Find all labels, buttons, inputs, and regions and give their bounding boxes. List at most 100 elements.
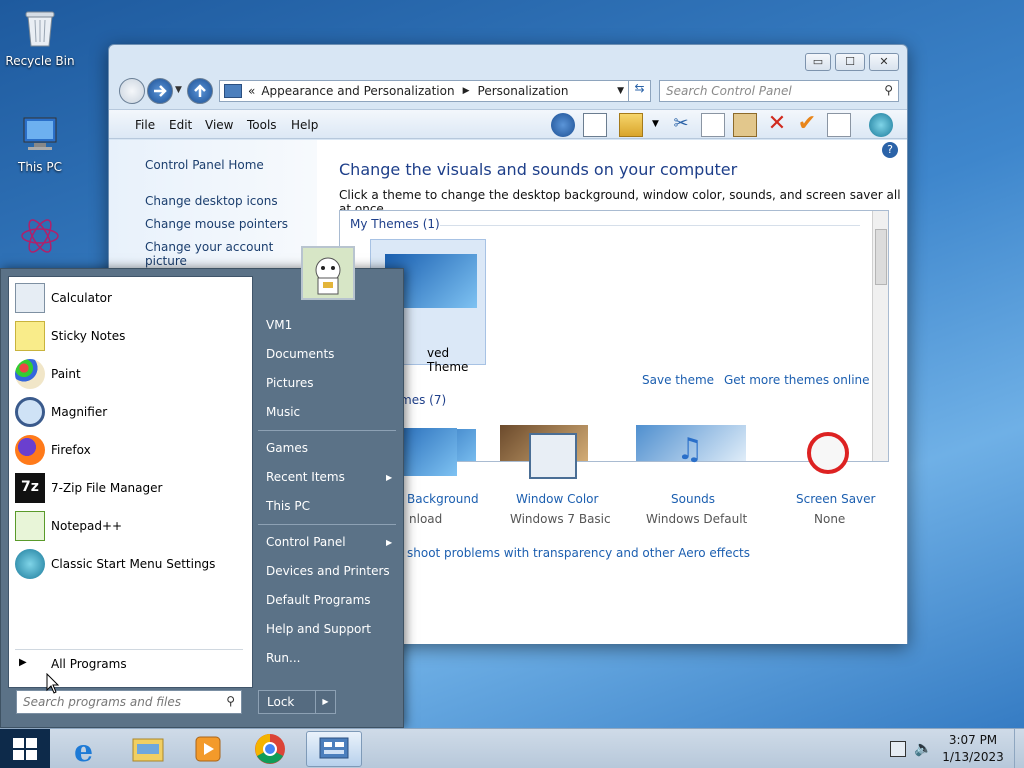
copy-icon[interactable] [701, 113, 725, 137]
history-dropdown-icon[interactable]: ▼ [175, 85, 182, 95]
troubleshoot-aero-link[interactable]: shoot problems with transparency and oth… [407, 546, 750, 560]
program-magnifier[interactable]: Magnifier [15, 395, 247, 429]
breadcrumb-appearance[interactable]: Appearance and Personalization [261, 84, 454, 98]
minimize-button[interactable]: ▭ [805, 53, 831, 71]
program-label: Sticky Notes [51, 329, 126, 343]
close-button[interactable]: ✕ [869, 53, 899, 71]
toolbar-pane-icon[interactable] [583, 113, 607, 137]
sounds-link[interactable]: Sounds [671, 492, 715, 506]
taskbar: e 🔈 3:07 PM 1/13/2023 [0, 728, 1024, 768]
paste-icon[interactable] [733, 113, 757, 137]
all-programs-button[interactable]: All Programs [51, 657, 127, 671]
help-icon[interactable]: ? [882, 142, 898, 158]
change-desktop-icons-link[interactable]: Change desktop icons [145, 194, 278, 208]
places-divider [258, 524, 396, 525]
taskbar-control-panel-active[interactable] [306, 731, 362, 767]
window-color-link[interactable]: Window Color [516, 492, 598, 506]
place-help-and-support[interactable]: Help and Support [266, 622, 371, 636]
back-button[interactable] [119, 78, 145, 104]
start-button[interactable] [0, 729, 50, 768]
place-recent-items[interactable]: Recent Items [266, 470, 345, 484]
taskbar-file-explorer[interactable] [122, 731, 174, 767]
search-icon[interactable]: ⚲ [884, 83, 893, 97]
screen-saver-link[interactable]: Screen Saver [796, 492, 875, 506]
clock[interactable]: 3:07 PM 1/13/2023 [940, 733, 1006, 764]
maximize-button[interactable]: ☐ [835, 53, 865, 71]
network-icon[interactable] [890, 741, 906, 757]
control-panel-icon [319, 737, 349, 759]
lock-button[interactable]: Lock ▶ [258, 690, 336, 714]
program-sticky-notes[interactable]: Sticky Notes [15, 319, 247, 353]
screen-saver-icon[interactable] [807, 432, 849, 474]
toolbar-up-icon[interactable] [551, 113, 575, 137]
taskbar-internet-explorer[interactable]: e [60, 731, 112, 768]
desktop-icon-shortcut[interactable] [0, 214, 80, 262]
menu-edit[interactable]: Edit [169, 118, 192, 132]
background-link[interactable]: Background [407, 492, 479, 506]
sounds-icon[interactable]: ♫ [667, 432, 713, 478]
lock-options-arrow-icon[interactable]: ▶ [315, 691, 335, 713]
program-paint[interactable]: Paint [15, 357, 247, 391]
chrome-icon [255, 734, 285, 764]
properties-check-icon[interactable]: ✔ [795, 113, 819, 137]
desktop-icon-this-pc[interactable]: This PC [0, 112, 80, 174]
forward-button[interactable] [147, 78, 173, 104]
taskbar-chrome[interactable] [244, 731, 296, 767]
toolbar-folders-icon[interactable] [619, 113, 643, 137]
refresh-icon[interactable]: ⇆ [628, 81, 650, 101]
email-icon[interactable] [827, 113, 851, 137]
program-firefox[interactable]: Firefox [15, 433, 247, 467]
scrollbar-thumb[interactable] [875, 229, 887, 285]
place-games[interactable]: Games [266, 441, 308, 455]
search-icon[interactable]: ⚲ [226, 694, 235, 708]
volume-icon[interactable]: 🔈 [914, 739, 933, 757]
change-mouse-pointers-link[interactable]: Change mouse pointers [145, 217, 288, 231]
svg-text:e: e [74, 734, 93, 767]
computer-icon [18, 112, 62, 156]
place-documents[interactable]: Documents [266, 347, 334, 361]
lock-label: Lock [267, 695, 295, 709]
show-desktop-button[interactable] [1014, 729, 1024, 768]
control-panel-home-link[interactable]: Control Panel Home [145, 158, 264, 172]
aero-themes-header: mes (7) [400, 393, 447, 407]
breadcrumb-personalization[interactable]: Personalization [478, 84, 569, 98]
address-dropdown-icon[interactable]: ▼ [617, 86, 624, 96]
up-button[interactable] [187, 78, 213, 104]
get-more-themes-link[interactable]: Get more themes online [724, 373, 870, 387]
start-menu-programs-pane: Calculator Sticky Notes Paint Magnifier … [8, 276, 253, 688]
place-pictures[interactable]: Pictures [266, 376, 314, 390]
breadcrumb-separator-icon: ▶ [462, 86, 470, 96]
program-calculator[interactable]: Calculator [15, 281, 247, 315]
program-notepad-plus-plus[interactable]: Notepad++ [15, 509, 247, 543]
toolbar-dropdown-icon[interactable]: ▼ [652, 119, 659, 129]
places-divider [258, 430, 396, 431]
program-classic-start-menu-settings[interactable]: Classic Start Menu Settings [15, 547, 247, 581]
theme-list-scrollbar[interactable] [872, 211, 888, 461]
change-account-picture-link[interactable]: Change your account picture [145, 240, 317, 268]
taskbar-media-player[interactable] [182, 731, 234, 767]
search-input[interactable]: Search Control Panel ⚲ [659, 80, 899, 102]
place-music[interactable]: Music [266, 405, 300, 419]
desktop-icon-recycle-bin[interactable]: Recycle Bin [0, 6, 80, 68]
menu-file[interactable]: File [135, 118, 155, 132]
address-bar[interactable]: « Appearance and Personalization ▶ Perso… [219, 80, 651, 102]
place-run[interactable]: Run... [266, 651, 300, 665]
cut-icon[interactable]: ✂ [669, 113, 693, 137]
shell-icon[interactable] [869, 113, 893, 137]
place-this-pc[interactable]: This PC [266, 499, 310, 513]
menu-tools[interactable]: Tools [247, 118, 277, 132]
paint-icon [15, 359, 45, 389]
page-title: Change the visuals and sounds on your co… [339, 160, 738, 179]
place-user-folder[interactable]: VM1 [266, 318, 292, 332]
delete-icon[interactable]: ✕ [765, 113, 789, 137]
place-devices-and-printers[interactable]: Devices and Printers [266, 564, 390, 578]
window-color-icon[interactable] [529, 433, 577, 479]
user-avatar[interactable] [301, 246, 355, 300]
save-theme-link[interactable]: Save theme [642, 373, 714, 387]
place-control-panel[interactable]: Control Panel [266, 535, 346, 549]
menu-help[interactable]: Help [291, 118, 318, 132]
program-7zip[interactable]: 7z 7-Zip File Manager [15, 471, 247, 505]
menu-view[interactable]: View [205, 118, 233, 132]
place-default-programs[interactable]: Default Programs [266, 593, 371, 607]
program-label: Calculator [51, 291, 112, 305]
